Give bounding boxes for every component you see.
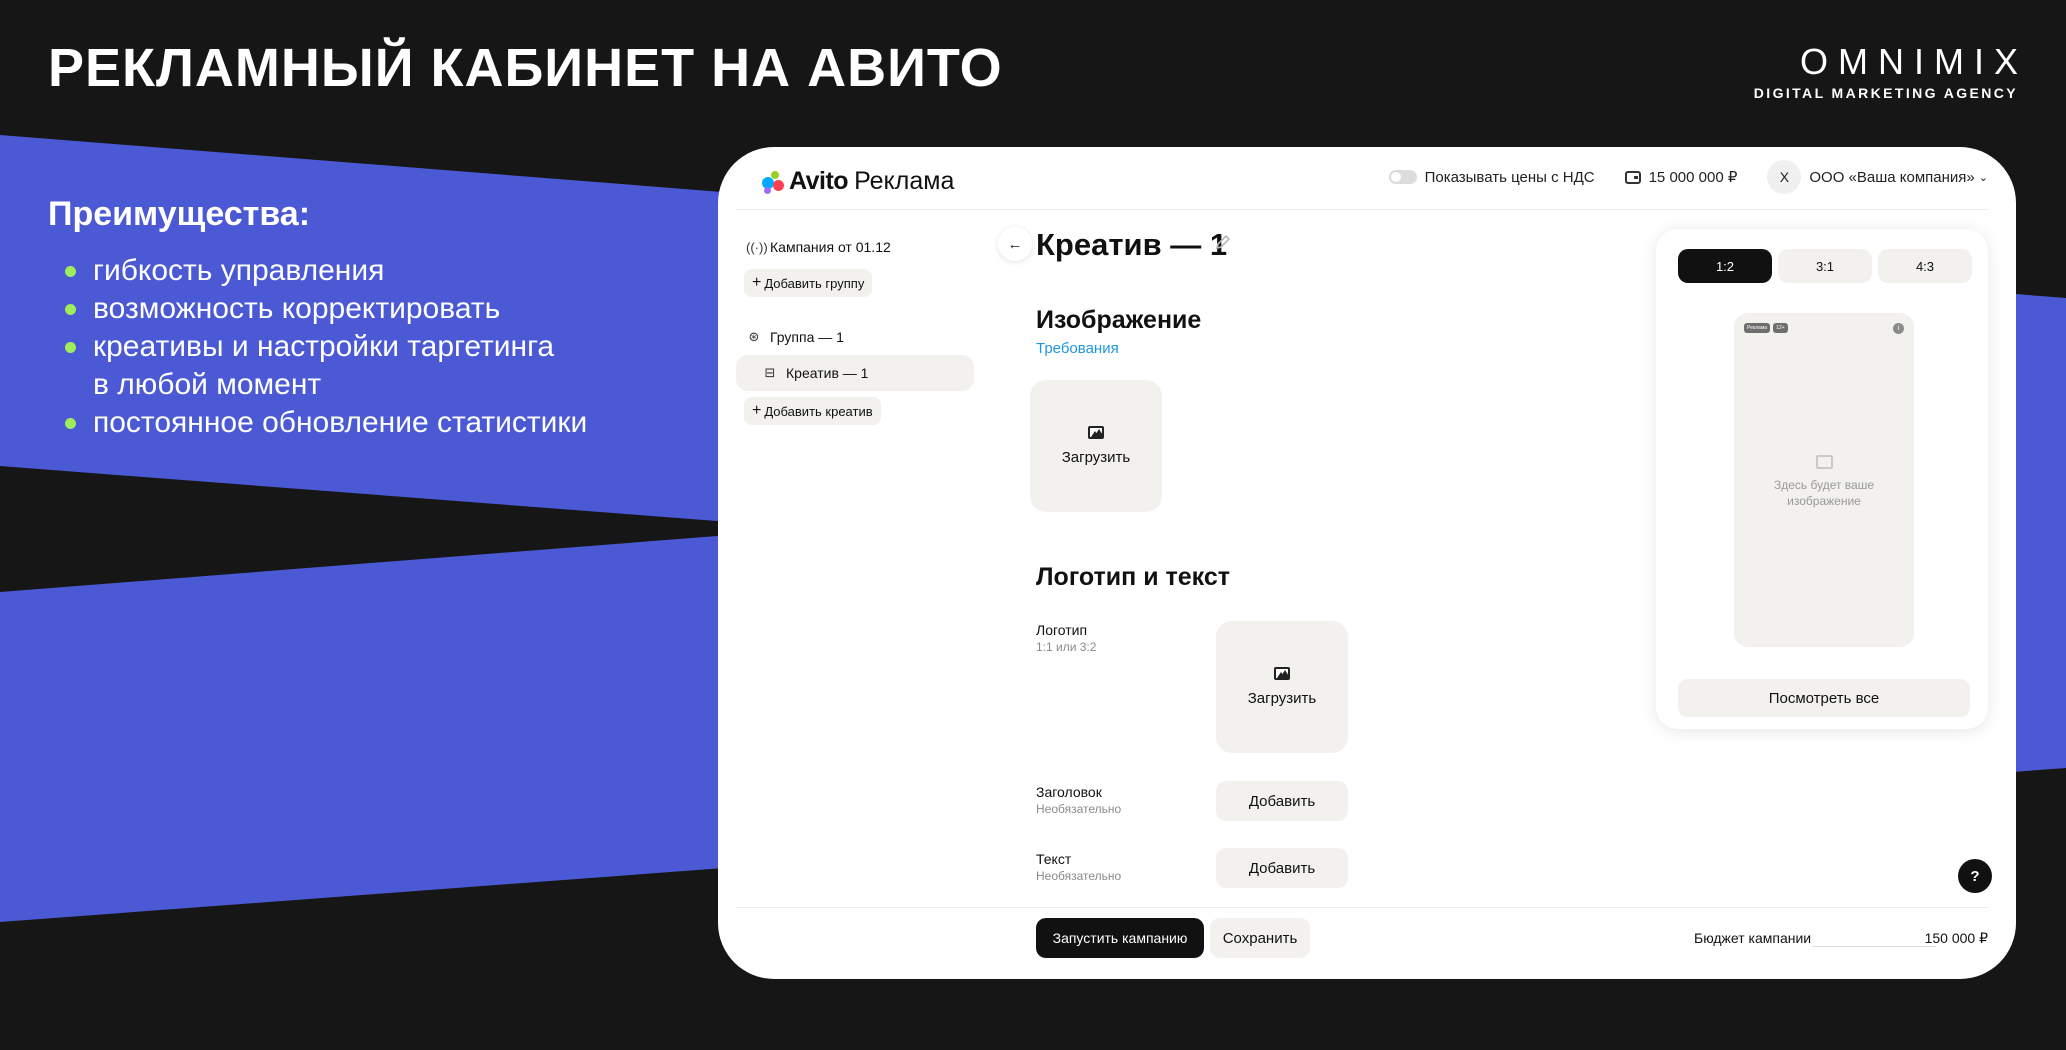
bullet-dot-icon <box>65 342 76 353</box>
headline-field-label: Заголовок Необязательно <box>1036 784 1122 816</box>
budget-divider <box>1812 946 1936 947</box>
benefit-item-continuation: в любой момент <box>93 368 322 401</box>
tab-ratio-1-2[interactable]: 1:2 <box>1678 249 1772 283</box>
logo-word: Avito <box>789 167 849 195</box>
creative-title: Креатив — 1 <box>1036 227 1228 262</box>
sidebar-item-group[interactable]: ⊛ Группа — 1 <box>736 319 974 355</box>
requirements-link[interactable]: Требования <box>1036 340 1119 357</box>
age-badge: 12+ <box>1773 323 1788 333</box>
image-icon <box>1088 426 1104 439</box>
creative-icon: ⊟ <box>764 365 776 380</box>
logo-upload-button[interactable]: Загрузить <box>1216 621 1348 753</box>
help-button[interactable]: ? <box>1958 859 1992 893</box>
logo-field-hint: 1:1 или 3:2 <box>1036 640 1097 654</box>
arrow-left-icon: ← <box>1007 235 1023 253</box>
bullet-dot-icon <box>65 266 76 277</box>
question-icon: ? <box>1970 867 1980 885</box>
ad-badges: Реклама 12+ <box>1744 323 1788 333</box>
text-field-label: Текст Необязательно <box>1036 851 1122 883</box>
add-creative-button[interactable]: + Добавить креатив <box>744 397 881 425</box>
ad-cabinet-screen: Avito Реклама Показывать цены с НДС 15 0… <box>718 147 2016 979</box>
wallet-icon <box>1624 170 1641 184</box>
headline-field-hint: Необязательно <box>1036 802 1122 816</box>
add-group-button[interactable]: + Добавить группу <box>744 269 873 297</box>
brand-logo: OMNIMIX DIGITAL MARKETING AGENCY <box>1754 42 2018 102</box>
avatar[interactable]: Х <box>1767 160 1802 194</box>
benefit-item: гибкость управления <box>48 252 587 290</box>
save-button[interactable]: Сохранить <box>1210 918 1310 958</box>
view-all-button[interactable]: Посмотреть все <box>1678 679 1970 717</box>
vat-toggle-label: Показывать цены с НДС <box>1424 168 1595 186</box>
image-upload-button[interactable]: Загрузить <box>1030 380 1162 512</box>
sidebar-item-campaign[interactable]: ((·)) Кампания от 01.12 <box>736 229 974 265</box>
benefits-list: гибкость управления возможность корректи… <box>48 252 587 442</box>
add-text-button[interactable]: Добавить <box>1216 848 1348 888</box>
slide-title: РЕКЛАМНЫЙ КАБИНЕТ НА АВИТО <box>48 38 1003 98</box>
logo-field-label: Логотип 1:1 или 3:2 <box>1036 622 1097 654</box>
bullet-dot-icon <box>65 304 76 315</box>
ratio-tabs: 1:2 3:1 4:3 <box>1678 249 1972 283</box>
tab-ratio-3-1[interactable]: 3:1 <box>1778 249 1872 283</box>
back-button[interactable]: ← <box>998 227 1032 261</box>
image-placeholder-icon <box>1816 455 1833 469</box>
benefits-title: Преимущества: <box>48 195 311 233</box>
header-controls: Показывать цены с НДС 15 000 000 ₽ Х ООО… <box>1388 160 1988 194</box>
budget-label: Бюджет кампании <box>1694 930 1812 946</box>
benefit-item: постоянное обновление статистики <box>48 404 587 442</box>
text-field-hint: Необязательно <box>1036 869 1122 883</box>
avito-dots-icon <box>762 170 786 194</box>
logo-suffix: Реклама <box>854 167 955 195</box>
app-header: Avito Реклама Показывать цены с НДС 15 0… <box>736 147 1988 210</box>
image-section-title: Изображение <box>1036 306 1202 334</box>
plus-icon: + <box>752 402 762 419</box>
vat-toggle[interactable] <box>1388 170 1417 184</box>
phone-mockup: Реклама 12+ i Здесь будет ваше изображен… <box>1734 313 1914 647</box>
benefit-item: возможность корректировать <box>48 290 587 328</box>
account-balance[interactable]: 15 000 000 ₽ <box>1649 168 1738 186</box>
broadcast-icon: ((·)) <box>746 239 768 255</box>
image-icon <box>1274 667 1290 680</box>
chevron-down-icon[interactable]: ⌄ <box>1979 171 1988 184</box>
creative-preview-panel: 1:2 3:1 4:3 Реклама 12+ i Здесь будет ва… <box>1656 229 1988 729</box>
image-placeholder-text: Здесь будет ваше изображение <box>1773 478 1875 508</box>
plus-icon: + <box>752 274 762 291</box>
campaign-tree: ((·)) Кампания от 01.12 + Добавить групп… <box>736 229 974 425</box>
logo-text-section-title: Логотип и текст <box>1036 563 1230 591</box>
footer-bar: Запустить кампанию Сохранить Бюджет камп… <box>736 907 1988 979</box>
bullet-dot-icon <box>65 418 76 429</box>
benefits-block: Преимущества: гибкость управления возмож… <box>48 192 587 442</box>
launch-campaign-button[interactable]: Запустить кампанию <box>1036 918 1204 958</box>
company-selector[interactable]: ООО «Ваша компания» <box>1809 169 1974 186</box>
avito-logo[interactable]: Avito Реклама <box>762 167 954 196</box>
ad-badge: Реклама <box>1744 323 1771 333</box>
group-icon: ⊛ <box>748 329 760 344</box>
info-icon: i <box>1893 323 1904 334</box>
brand-tagline: DIGITAL MARKETING AGENCY <box>1753 85 2018 101</box>
brand-name: OMNIMIX <box>1800 41 2028 82</box>
tab-ratio-4-3[interactable]: 4:3 <box>1878 249 1972 283</box>
benefit-item: креативы и настройки таргетинга <box>48 328 587 366</box>
add-headline-button[interactable]: Добавить <box>1216 781 1348 821</box>
pencil-icon[interactable] <box>1214 233 1232 251</box>
sidebar-item-creative[interactable]: ⊟ Креатив — 1 <box>736 355 974 391</box>
budget-value[interactable]: 150 000 ₽ <box>1925 930 1988 947</box>
